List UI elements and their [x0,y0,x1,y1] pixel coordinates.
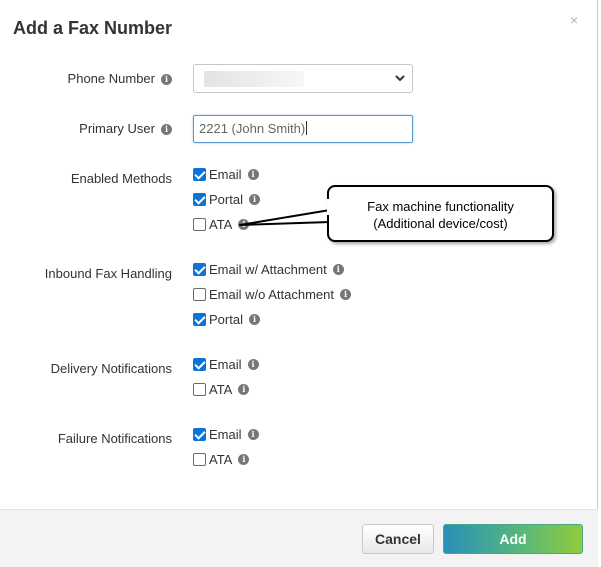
callout-annotation: Fax machine functionality (Additional de… [327,185,554,242]
callout-pointer [239,209,331,226]
info-icon[interactable]: i [247,428,259,440]
inbound-portal-checkbox[interactable] [193,312,206,326]
inbound-portal-option[interactable]: Portal i [193,311,260,327]
text-caret [306,121,308,135]
primary-user-value: 2221 (John Smith) [199,121,306,136]
option-label: Email [209,166,242,182]
option-label: Email w/o Attachment [209,286,334,302]
info-icon[interactable]: i [248,313,260,325]
info-icon[interactable]: i [247,358,259,370]
enabled-email-checkbox[interactable] [193,167,206,181]
info-icon[interactable]: i [247,168,259,180]
info-icon[interactable]: i [238,383,250,395]
failure-email-checkbox[interactable] [193,427,206,441]
cancel-button[interactable]: Cancel [362,524,434,554]
option-label: ATA [209,451,233,467]
inbound-email-attachment-option[interactable]: Email w/ Attachment i [193,261,344,277]
phone-number-label-text: Phone Number [67,71,155,86]
close-icon[interactable]: × [570,12,578,28]
callout-line-2: (Additional device/cost) [373,216,508,231]
primary-user-input[interactable]: 2221 (John Smith) [193,115,413,143]
delivery-ata-option[interactable]: ATA i [193,381,250,397]
info-icon[interactable]: i [340,288,351,300]
delivery-email-checkbox[interactable] [193,357,206,371]
option-label: ATA [209,216,233,232]
callout-line-1: Fax machine functionality [367,199,514,214]
delivery-email-option[interactable]: Email i [193,356,259,372]
failure-email-option[interactable]: Email i [193,426,259,442]
info-icon[interactable]: i [161,74,172,86]
option-label: Portal [209,311,243,327]
failure-ata-checkbox[interactable] [193,452,206,466]
add-button[interactable]: Add [443,524,583,554]
delivery-notifications-label: Delivery Notifications [50,361,172,376]
redacted-phone-value [204,71,304,87]
inbound-email-attachment-checkbox[interactable] [193,262,206,276]
primary-user-label-text: Primary User [79,121,155,136]
enabled-email-option[interactable]: Email i [193,166,259,182]
phone-number-select[interactable] [193,64,413,93]
enabled-ata-checkbox[interactable] [193,217,206,231]
enabled-portal-checkbox[interactable] [193,192,206,206]
option-label: ATA [209,381,233,397]
option-label: Email [209,426,242,442]
info-icon[interactable]: i [161,124,172,136]
inbound-fax-label: Inbound Fax Handling [44,266,172,281]
enabled-methods-label: Enabled Methods [70,171,172,186]
option-label: Email [209,356,242,372]
delivery-ata-checkbox[interactable] [193,382,206,396]
add-fax-dialog: Add a Fax Number × Phone Number i Primary… [0,0,598,567]
option-label: Email w/ Attachment [209,261,327,277]
chevron-down-icon [395,75,405,82]
failure-ata-option[interactable]: ATA i [193,451,250,467]
inbound-email-no-attachment-option[interactable]: Email w/o Attachment i [193,286,351,302]
callout-seam [327,199,331,215]
dialog-title: Add a Fax Number [13,18,173,38]
inbound-email-no-attachment-checkbox[interactable] [193,287,206,301]
failure-notifications-label: Failure Notifications [57,431,172,446]
primary-user-label: Primary User i [0,121,172,136]
phone-number-label: Phone Number i [0,71,172,86]
info-icon[interactable]: i [238,453,250,465]
info-icon[interactable]: i [332,263,344,275]
